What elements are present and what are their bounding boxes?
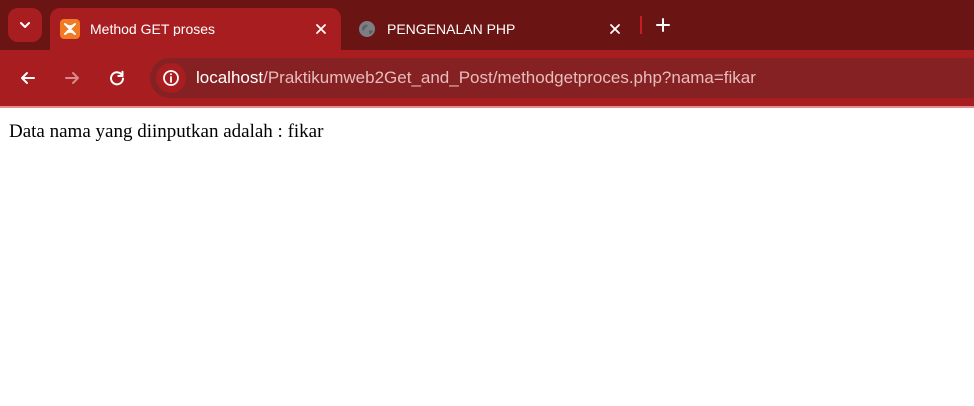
new-tab-button[interactable] xyxy=(650,12,676,38)
plus-icon xyxy=(656,18,670,32)
globe-icon xyxy=(359,21,375,37)
address-bar[interactable]: localhost/Praktikumweb2Get_and_Post/meth… xyxy=(150,58,974,98)
tab-pengenalan-php[interactable]: PENGENALAN PHP xyxy=(347,8,635,50)
close-icon xyxy=(316,24,326,34)
back-arrow-icon xyxy=(21,72,35,84)
info-icon xyxy=(163,70,179,86)
browser-toolbar: localhost/Praktikumweb2Get_and_Post/meth… xyxy=(0,50,974,106)
page-content: Data nama yang diinputkan adalah : fikar xyxy=(0,108,974,406)
reload-icon xyxy=(110,70,124,86)
back-button[interactable] xyxy=(12,62,44,94)
close-icon xyxy=(610,24,620,34)
url-host: localhost xyxy=(196,68,264,87)
xampp-icon xyxy=(60,19,80,39)
tab-search-button[interactable] xyxy=(8,8,42,42)
browser-window: Method GET proses PENGENALAN PHP localho… xyxy=(0,0,974,406)
url-path: /Praktikumweb2Get_and_Post/methodgetproc… xyxy=(263,68,756,87)
tab-method-get-proses[interactable]: Method GET proses xyxy=(50,8,341,50)
output-text: Data nama yang diinputkan adalah : fikar xyxy=(9,121,324,142)
forward-button[interactable] xyxy=(56,62,88,94)
chevron-down-icon xyxy=(20,22,30,28)
tab-separator xyxy=(640,16,642,34)
site-info-button[interactable] xyxy=(156,63,186,93)
tab-close-button[interactable] xyxy=(605,19,625,39)
forward-arrow-icon xyxy=(65,72,79,84)
tab-close-button[interactable] xyxy=(311,19,331,39)
tab-strip: Method GET proses PENGENALAN PHP xyxy=(0,0,974,50)
reload-button[interactable] xyxy=(101,62,133,94)
address-url[interactable]: localhost/Praktikumweb2Get_and_Post/meth… xyxy=(196,68,756,88)
tab-title: PENGENALAN PHP xyxy=(387,22,516,36)
tab-title: Method GET proses xyxy=(90,22,216,36)
